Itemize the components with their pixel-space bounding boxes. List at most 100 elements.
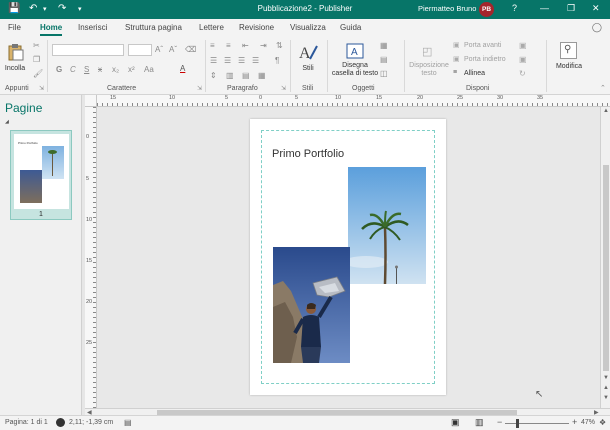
paragraph-spacing-icon[interactable]: ⇕ (210, 71, 217, 80)
single-page-view-icon[interactable]: ▣ (451, 417, 460, 428)
minimize-icon[interactable]: — (540, 3, 549, 13)
paste-button[interactable]: Incolla (5, 41, 25, 79)
share-icon[interactable]: ◯ (592, 22, 602, 33)
ruler-corner (85, 95, 97, 107)
fit-page-icon[interactable]: ❖ (599, 418, 606, 427)
pages-pane: Pagine ◢ Primo Portfolio 1 (0, 95, 82, 415)
cut-icon[interactable]: ✂ (33, 41, 40, 50)
cursor-coordinates: 2,11; -1,39 cm (69, 419, 114, 426)
scroll-up-icon[interactable]: ▲ (603, 108, 609, 114)
shapes-icon[interactable]: ▤ (380, 55, 388, 64)
user-name[interactable]: Piermatteo Bruno (418, 4, 476, 13)
tab-mailings[interactable]: Lettere (199, 23, 224, 32)
show-marks-icon[interactable]: ¶ (275, 56, 279, 65)
palm-tree-photo[interactable] (348, 167, 426, 284)
zoom-slider[interactable] (505, 423, 569, 424)
align-icon[interactable]: ≡ (453, 69, 457, 76)
scroll-down-icon[interactable]: ▼ (603, 375, 609, 381)
zoom-out-icon[interactable]: − (497, 417, 502, 427)
styles-label: Stili (302, 65, 314, 72)
shrink-font-icon[interactable]: Aˇ (169, 45, 177, 54)
title-bar: 💾 ↶ ▾ ↷ ▾ Pubblicazione2 - Publisher Pie… (0, 0, 610, 19)
vertical-scroll-thumb[interactable] (603, 165, 609, 371)
tab-home[interactable]: Home (40, 23, 63, 36)
font-launcher-icon[interactable]: ⇲ (197, 85, 202, 92)
align-left-icon[interactable]: ☰ (210, 56, 217, 65)
italic-button[interactable]: C (70, 65, 76, 74)
bullets-icon[interactable]: ≡ (210, 41, 215, 50)
copy-icon[interactable]: ❐ (33, 55, 40, 64)
zoom-level[interactable]: 47% (581, 419, 595, 426)
zoom-slider-thumb[interactable] (516, 419, 519, 428)
zoom-in-icon[interactable]: + (572, 417, 577, 427)
align-center-icon[interactable]: ☰ (224, 56, 231, 65)
avatar[interactable]: PB (479, 2, 494, 17)
font-name-combo[interactable] (52, 44, 124, 56)
font-size-combo[interactable] (128, 44, 152, 56)
increase-indent-icon[interactable]: ⇥ (260, 41, 267, 50)
bold-button[interactable]: G (56, 65, 62, 74)
format-painter-icon[interactable]: 🖌 (33, 69, 43, 78)
underline-button[interactable]: S (84, 65, 89, 74)
svg-text:A: A (299, 45, 311, 61)
portrait-photo[interactable] (273, 247, 350, 363)
clipboard-launcher-icon[interactable]: ⇲ (39, 85, 44, 92)
distribute-icon[interactable]: ▤ (242, 71, 250, 80)
restore-icon[interactable]: ❐ (567, 3, 575, 14)
tab-view[interactable]: Visualizza (290, 23, 326, 32)
horizontal-scrollbar[interactable]: ◀ ▶ (85, 408, 610, 416)
next-page-icon[interactable]: ▼ (603, 395, 609, 401)
align-right-icon[interactable]: ☰ (238, 56, 245, 65)
tab-insert[interactable]: Inserisci (78, 23, 107, 32)
horizontal-ruler[interactable]: 15 10 5 0 5 10 15 20 25 30 35 (97, 95, 610, 107)
font-color-button[interactable]: A (180, 64, 185, 73)
styles-button[interactable]: A Stili (296, 41, 320, 81)
numbering-icon[interactable]: ≡ (226, 41, 231, 50)
decrease-indent-icon[interactable]: ⇤ (242, 41, 249, 50)
close-icon[interactable]: ✕ (592, 3, 600, 14)
line-spacing-icon[interactable]: ⇅ (276, 41, 283, 50)
ruler-label: 10 (86, 217, 93, 223)
tab-help[interactable]: Guida (340, 23, 361, 32)
collapse-icon[interactable]: ◢ (5, 119, 9, 125)
paragraph-launcher-icon[interactable]: ⇲ (281, 85, 286, 92)
rotate-icon: ↻ (519, 69, 526, 78)
help-icon[interactable]: ? (512, 3, 517, 13)
text-wrap-button[interactable]: ◰ Disposizione testo (408, 41, 450, 81)
justify-icon[interactable]: ☰ (252, 56, 259, 65)
tab-review[interactable]: Revisione (239, 23, 274, 32)
align-label[interactable]: Allinea (464, 70, 485, 78)
prev-page-icon[interactable]: ▲ (603, 385, 609, 391)
columns-icon[interactable]: ▥ (226, 71, 234, 80)
tab-file[interactable]: File (8, 23, 21, 32)
vertical-scrollbar[interactable]: ▲ ▼ ▲ ▼ (600, 107, 610, 408)
vertical-ruler[interactable]: 0 5 10 15 20 25 (85, 107, 97, 408)
table-icon[interactable]: ▦ (380, 41, 388, 50)
picture-icon[interactable]: ◫ (380, 69, 388, 78)
editing-label: Modifica (555, 63, 583, 70)
shading-icon[interactable]: ▦ (258, 71, 266, 80)
draw-textbox-button[interactable]: A Disegna casella di testo (332, 41, 378, 81)
font-group-label: Carattere (107, 85, 137, 92)
object-size-icon: ▤ (124, 418, 132, 427)
strikethrough-button[interactable]: x (98, 65, 102, 74)
editing-button[interactable]: ⚲ Modifica (552, 41, 586, 81)
styles-icon: A (299, 45, 318, 61)
clear-formatting-icon[interactable]: ⌫ (185, 45, 196, 54)
subscript-button[interactable]: x₂ (112, 65, 119, 74)
tab-page-design[interactable]: Struttura pagina (125, 23, 182, 32)
ruler-label: 10 (335, 95, 342, 101)
page-thumbnail[interactable]: Primo Portfolio 1 (10, 130, 72, 220)
mouse-cursor-icon: ↖ (535, 389, 544, 400)
page-info[interactable]: Pagina: 1 di 1 (5, 419, 48, 426)
two-page-view-icon[interactable]: ▥ (475, 417, 484, 428)
superscript-button[interactable]: x² (128, 65, 135, 74)
grow-font-icon[interactable]: Aˆ (155, 45, 163, 54)
ruler-label: 20 (86, 299, 93, 305)
document-title-textbox[interactable]: Primo Portfolio (272, 148, 344, 160)
change-case-button[interactable]: Aa (144, 65, 154, 74)
workspace[interactable]: Primo Portfolio ↖ (97, 107, 600, 408)
status-bar: Pagina: 1 di 1 2,11; -1,39 cm ▤ ▣ ▥ − + … (0, 415, 610, 430)
document-page[interactable]: Primo Portfolio (250, 119, 446, 395)
collapse-ribbon-icon[interactable]: ⌃ (600, 84, 606, 92)
